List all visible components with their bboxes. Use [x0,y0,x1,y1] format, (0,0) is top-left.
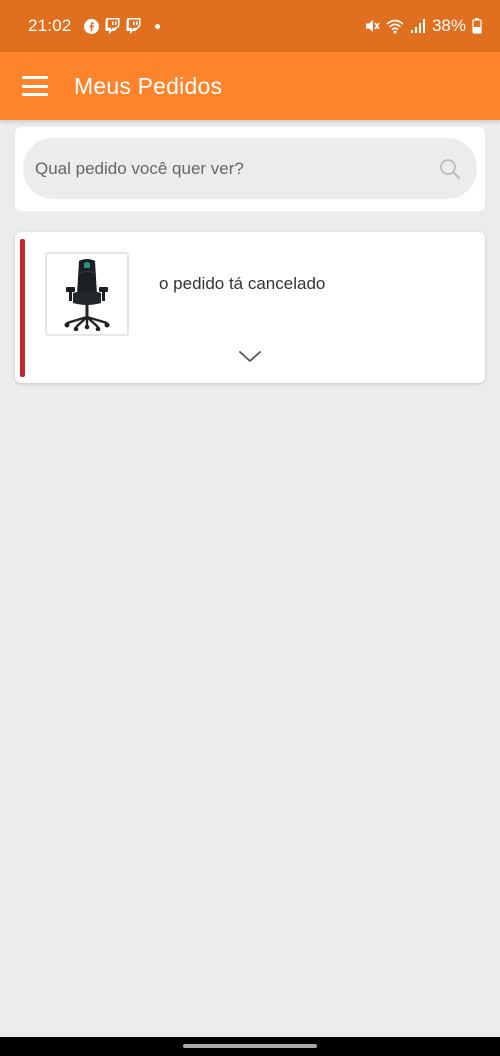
hamburger-menu-icon [22,76,48,79]
order-status-text: o pedido tá cancelado [159,274,326,293]
home-indicator[interactable] [183,1044,317,1048]
gaming-chair-icon [64,259,110,331]
order-card[interactable]: o pedido tá cancelado [15,232,485,383]
status-time: 21:02 [28,16,72,35]
page-title: Meus Pedidos [74,72,223,99]
search-icon[interactable] [439,158,461,185]
wifi-icon [386,19,404,34]
status-bar: 21:02 38% [0,0,500,52]
battery-icon [472,18,482,34]
order-status-indicator [20,239,25,377]
menu-button[interactable] [22,76,48,96]
app-bar: Meus Pedidos [0,52,500,120]
search-card [15,127,485,211]
search-box[interactable] [23,138,477,199]
signal-icon [410,18,426,34]
mute-icon [364,18,380,34]
status-left: 21:02 [28,16,160,36]
twitch-icon [105,18,120,34]
twitch-icon [126,18,141,34]
system-nav-bar [0,1037,500,1056]
chevron-down-icon[interactable] [237,349,263,370]
battery-percent: 38% [431,16,466,35]
product-thumbnail[interactable] [45,252,129,336]
status-right: 38% [364,16,482,36]
facebook-icon [83,18,99,34]
search-input[interactable] [35,158,425,179]
notification-dot [154,23,160,29]
